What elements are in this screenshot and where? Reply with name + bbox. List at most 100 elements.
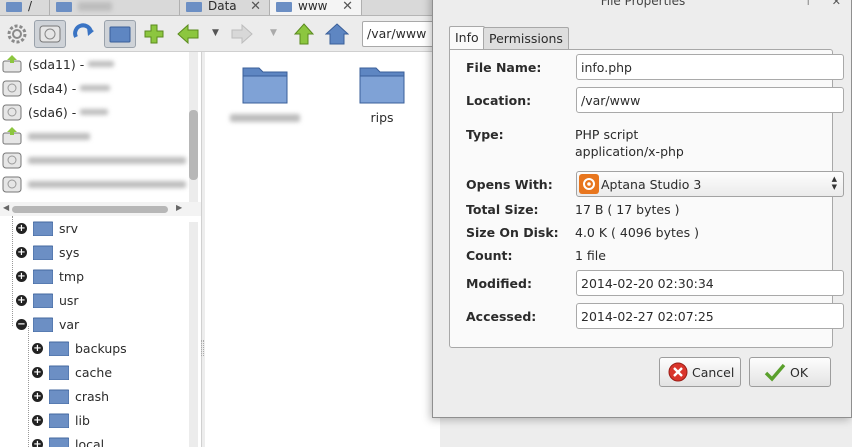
tab-label: Data	[208, 0, 237, 13]
tree-node[interactable]: + crash	[32, 385, 109, 407]
tab-label: Info	[455, 30, 479, 45]
device-item[interactable]	[2, 173, 186, 195]
folder-icon	[49, 389, 69, 404]
folder-icon	[186, 1, 202, 12]
folder-icon	[56, 1, 72, 12]
close-icon[interactable]: ✕	[342, 0, 353, 14]
devices-scrollbar[interactable]	[189, 52, 198, 202]
tree-scrollbar[interactable]	[189, 222, 198, 447]
expand-icon[interactable]: +	[32, 342, 43, 354]
settings-button[interactable]	[3, 20, 31, 48]
tab-www[interactable]: www ✕	[270, 0, 362, 15]
scroll-left-icon[interactable]: ◀	[3, 203, 9, 212]
ok-button[interactable]: OK	[749, 357, 831, 387]
back-button[interactable]	[174, 20, 202, 48]
tab-label: www	[298, 0, 328, 13]
size-on-disk-label: Size On Disk:	[466, 225, 559, 240]
tree-node[interactable]: + tmp	[16, 265, 84, 287]
expand-icon[interactable]: +	[32, 366, 43, 378]
location-field[interactable]: /var/www	[576, 87, 844, 113]
file-item[interactable]	[225, 64, 305, 125]
cancel-label: Cancel	[692, 364, 735, 380]
folder-icon	[33, 269, 53, 284]
redacted-text	[78, 1, 112, 11]
scrollbar-track	[189, 234, 198, 447]
expand-icon[interactable]: +	[32, 438, 43, 447]
device-item[interactable]	[2, 149, 186, 171]
tree-node-label: var	[59, 316, 80, 332]
tab-root[interactable]: /	[0, 0, 50, 15]
expand-icon[interactable]: +	[16, 270, 27, 282]
scrollbar-thumb[interactable]	[12, 206, 168, 213]
tree-node-label: usr	[59, 292, 79, 308]
tree-node[interactable]: + local	[32, 433, 104, 447]
opens-with-value: Aptana Studio 3	[601, 176, 702, 192]
tree-node[interactable]: − var	[16, 313, 79, 335]
close-icon[interactable]: ✕	[832, 0, 841, 10]
tab-info[interactable]: Info	[449, 26, 485, 50]
tab-permissions[interactable]: Permissions	[483, 27, 569, 49]
tree-node-label: tmp	[59, 268, 85, 284]
tree-node[interactable]: + backups	[32, 337, 127, 359]
redacted-text	[28, 180, 186, 188]
drive-toggle-button[interactable]	[34, 20, 66, 48]
tab-blurred[interactable]	[50, 0, 180, 15]
type-value: PHP script	[575, 127, 639, 142]
device-item[interactable]: (sda11) -	[2, 53, 115, 75]
opens-with-combobox[interactable]: Aptana Studio 3 ▲ ▼	[576, 171, 844, 197]
folder-view-button[interactable]	[104, 20, 136, 48]
home-button[interactable]	[323, 20, 351, 48]
folder-icon	[49, 365, 69, 380]
modified-value: 2014-02-20 02:30:34	[581, 276, 714, 291]
device-item[interactable]: (sda6) -	[2, 101, 109, 123]
folder-icon	[359, 67, 405, 104]
new-tab-button[interactable]	[140, 20, 168, 48]
expand-icon[interactable]: +	[32, 414, 43, 426]
tree-node[interactable]: + srv	[16, 217, 78, 239]
forward-button[interactable]	[228, 20, 256, 48]
redacted-text	[80, 109, 109, 115]
dialog-titlebar[interactable]: File Properties ⊤ ✕	[433, 0, 852, 13]
devices-pane: (sda11) - (sda4) - (sda6) -	[0, 52, 202, 202]
collapse-icon[interactable]: −	[16, 318, 27, 330]
expand-icon[interactable]: +	[16, 246, 27, 258]
modified-field[interactable]: 2014-02-20 02:30:34	[576, 270, 844, 296]
total-size-value: 17 B ( 17 bytes )	[575, 202, 680, 217]
path-text: /var/www	[367, 26, 427, 41]
devices-horizontal-scrollbar[interactable]: ◀ ▶	[0, 202, 202, 216]
tree-node-label: cache	[75, 364, 113, 380]
path-bar-input[interactable]: /var/www	[362, 21, 440, 47]
tree-node[interactable]: + usr	[16, 289, 79, 311]
scrollbar-thumb[interactable]	[189, 110, 198, 180]
folder-icon	[276, 1, 292, 12]
pane-splitter-handle[interactable]	[201, 340, 204, 356]
up-button[interactable]	[290, 20, 318, 48]
expand-icon[interactable]: +	[16, 222, 27, 234]
close-icon[interactable]: ✕	[250, 0, 261, 14]
accessed-field[interactable]: 2014-02-27 02:07:25	[576, 303, 844, 329]
tree-node[interactable]: + cache	[32, 361, 112, 383]
back-history-dropdown[interactable]: ▼	[212, 28, 219, 38]
cancel-button[interactable]: Cancel	[659, 357, 741, 387]
expand-icon[interactable]: +	[32, 390, 43, 402]
file-name-field[interactable]: info.php	[576, 54, 844, 80]
count-label: Count:	[466, 248, 513, 263]
device-item[interactable]	[2, 125, 90, 147]
forward-history-dropdown[interactable]: ▼	[270, 28, 277, 38]
tree-node[interactable]: + sys	[16, 241, 79, 263]
file-item[interactable]: rips	[342, 64, 422, 125]
tree-node-label: srv	[59, 220, 79, 236]
size-on-disk-value: 4.0 K ( 4096 bytes )	[575, 225, 699, 240]
refresh-button[interactable]	[70, 20, 98, 48]
folder-icon	[49, 341, 69, 356]
file-label: rips	[370, 110, 394, 125]
tree-node[interactable]: + lib	[32, 409, 90, 431]
folder-tree: + srv + sys + tmp + usr − var + backups …	[0, 216, 202, 447]
scroll-right-icon[interactable]: ▶	[176, 203, 182, 212]
refresh-icon	[73, 23, 94, 38]
device-item[interactable]: (sda4) -	[2, 77, 111, 99]
tab-data[interactable]: Data ✕	[180, 0, 270, 15]
pin-icon[interactable]: ⊤	[803, 0, 813, 10]
tree-node-label: backups	[75, 340, 127, 356]
expand-icon[interactable]: +	[16, 294, 27, 306]
